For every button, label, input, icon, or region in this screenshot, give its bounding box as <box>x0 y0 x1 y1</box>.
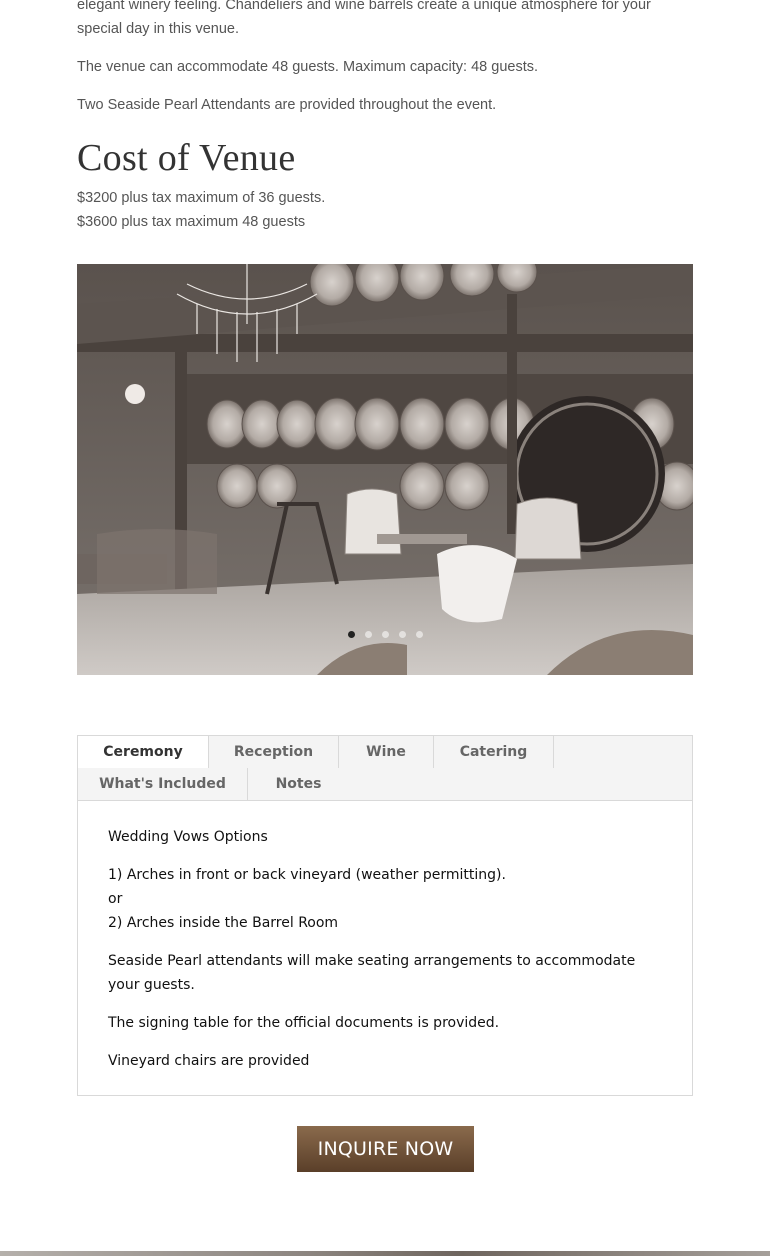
tab-catering[interactable]: Catering <box>434 736 554 768</box>
tab-wine[interactable]: Wine <box>339 736 434 768</box>
slider-dot[interactable] <box>415 631 423 638</box>
slider-pagination <box>77 631 693 638</box>
cost-details: $3200 plus tax maximum of 36 guests. $36… <box>77 186 693 234</box>
slider-dot[interactable] <box>347 631 355 638</box>
seating-note: Seaside Pearl attendants will make seati… <box>108 953 636 993</box>
chairs-note: Vineyard chairs are provided <box>108 1053 310 1069</box>
inquire-now-button[interactable]: INQUIRE NOW <box>297 1126 474 1172</box>
tab-notes[interactable]: Notes <box>248 768 349 800</box>
tab-reception[interactable]: Reception <box>209 736 339 768</box>
vows-or: or <box>108 891 123 907</box>
price-36-guests: $3200 plus tax maximum of 36 guests. <box>77 190 326 206</box>
venue-description: elegant winery feeling. Chandeliers and … <box>77 0 693 117</box>
tab-ceremony[interactable]: Ceremony <box>78 736 209 768</box>
tab-whats-included[interactable]: What's Included <box>78 768 248 800</box>
footer-image-edge <box>0 1251 770 1256</box>
signing-note: The signing table for the official docum… <box>108 1015 500 1031</box>
capacity-paragraph: The venue can accommodate 48 guests. Max… <box>77 59 539 75</box>
venue-info-tabs: Ceremony Reception Wine Catering What's … <box>77 735 693 1096</box>
intro-paragraph: elegant winery feeling. Chandeliers and … <box>77 0 651 37</box>
attendants-paragraph: Two Seaside Pearl Attendants are provide… <box>77 97 497 113</box>
tab-bar: Ceremony Reception Wine Catering What's … <box>78 736 692 801</box>
cost-heading: Cost of Venue <box>77 137 296 179</box>
venue-photo-slider[interactable] <box>77 264 693 675</box>
price-48-guests: $3600 plus tax maximum 48 guests <box>77 214 306 230</box>
slider-dot[interactable] <box>381 631 389 638</box>
tab-panel-ceremony: Wedding Vows Options 1) Arches in front … <box>78 801 692 1073</box>
slider-dot[interactable] <box>398 631 406 638</box>
panel-title: Wedding Vows Options <box>108 829 268 845</box>
barrel-room-photo <box>77 264 693 675</box>
vows-option-1: 1) Arches in front or back vineyard (wea… <box>108 867 506 883</box>
vows-option-2: 2) Arches inside the Barrel Room <box>108 915 339 931</box>
slider-dot[interactable] <box>364 631 372 638</box>
